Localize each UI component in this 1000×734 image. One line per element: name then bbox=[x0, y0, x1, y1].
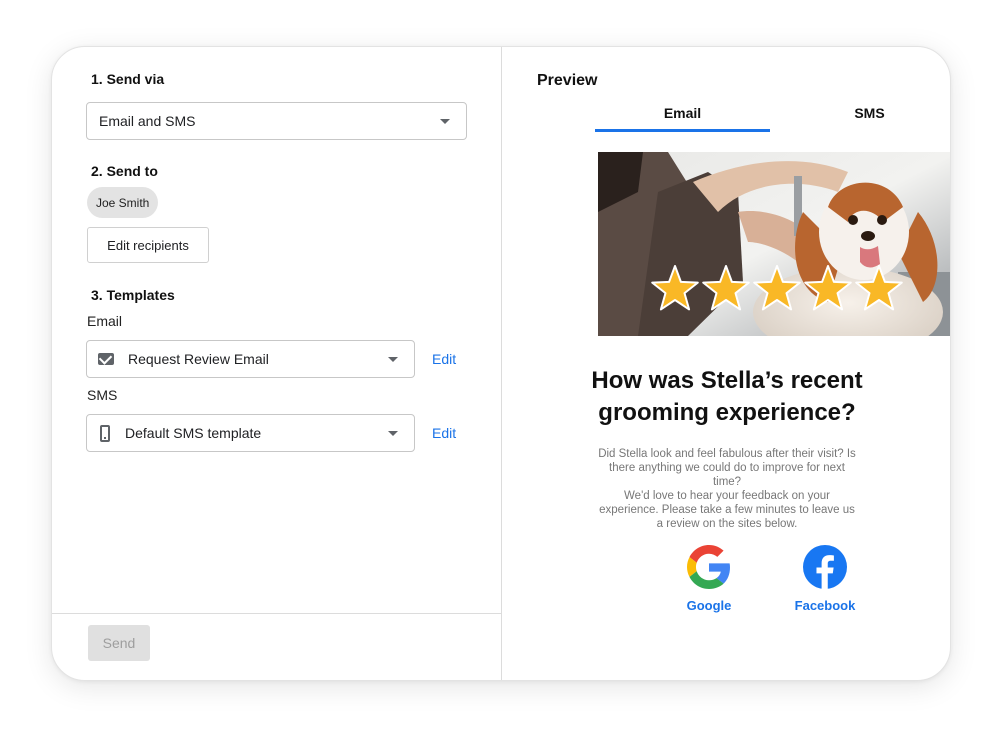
footer-divider bbox=[52, 613, 501, 614]
phone-icon bbox=[100, 424, 110, 442]
preview-title: Preview bbox=[537, 72, 598, 89]
edit-recipients-button[interactable]: Edit recipients bbox=[87, 227, 209, 263]
preview-headline: How was Stella’s recent grooming experie… bbox=[591, 367, 863, 426]
envelope-icon bbox=[98, 353, 114, 365]
tab-email[interactable]: Email bbox=[595, 105, 770, 121]
star-icon bbox=[651, 265, 699, 311]
email-template-select[interactable]: Request Review Email bbox=[86, 340, 415, 378]
rating-stars bbox=[651, 265, 903, 311]
star-icon bbox=[753, 265, 801, 311]
hero-image bbox=[598, 152, 950, 336]
settings-panel: 1. Send via Email and SMS 2. Send to Joe… bbox=[52, 47, 501, 680]
facebook-label: Facebook bbox=[794, 598, 856, 613]
dropdown-caret-icon bbox=[388, 430, 398, 436]
send-via-select[interactable]: Email and SMS bbox=[86, 102, 467, 140]
google-label: Google bbox=[686, 598, 732, 613]
star-icon bbox=[804, 265, 852, 311]
email-template-value: Request Review Email bbox=[128, 351, 269, 367]
review-request-card: 1. Send via Email and SMS 2. Send to Joe… bbox=[51, 46, 951, 681]
active-tab-indicator bbox=[595, 129, 770, 132]
dropdown-caret-icon bbox=[388, 356, 398, 362]
preview-panel: Preview Email SMS How was Stella’s recen… bbox=[502, 47, 950, 680]
google-logo-icon bbox=[687, 545, 730, 589]
star-icon bbox=[702, 265, 750, 311]
edit-email-template-link[interactable]: Edit bbox=[432, 351, 456, 367]
preview-paragraph-2: We'd love to hear your feedback on your … bbox=[599, 490, 855, 530]
recipient-chip[interactable]: Joe Smith bbox=[87, 187, 159, 218]
sms-template-value: Default SMS template bbox=[125, 425, 262, 441]
dropdown-caret-icon bbox=[440, 118, 450, 124]
edit-sms-template-link[interactable]: Edit bbox=[432, 425, 456, 441]
sms-template-label: SMS bbox=[87, 387, 118, 403]
preview-paragraph-1: Did Stella look and feel fabulous after … bbox=[598, 448, 856, 488]
templates-heading: 3. Templates bbox=[91, 287, 175, 303]
send-via-value: Email and SMS bbox=[99, 113, 196, 129]
send-button[interactable]: Send bbox=[88, 625, 150, 661]
send-via-heading: 1. Send via bbox=[91, 71, 165, 87]
send-to-heading: 2. Send to bbox=[91, 163, 158, 179]
facebook-review-link[interactable]: Facebook bbox=[775, 545, 875, 613]
sms-template-select[interactable]: Default SMS template bbox=[86, 414, 415, 452]
star-icon bbox=[855, 265, 903, 311]
facebook-logo-icon bbox=[803, 545, 847, 589]
google-review-link[interactable]: Google bbox=[659, 545, 759, 613]
tab-sms[interactable]: SMS bbox=[782, 105, 950, 121]
email-template-label: Email bbox=[87, 313, 123, 329]
